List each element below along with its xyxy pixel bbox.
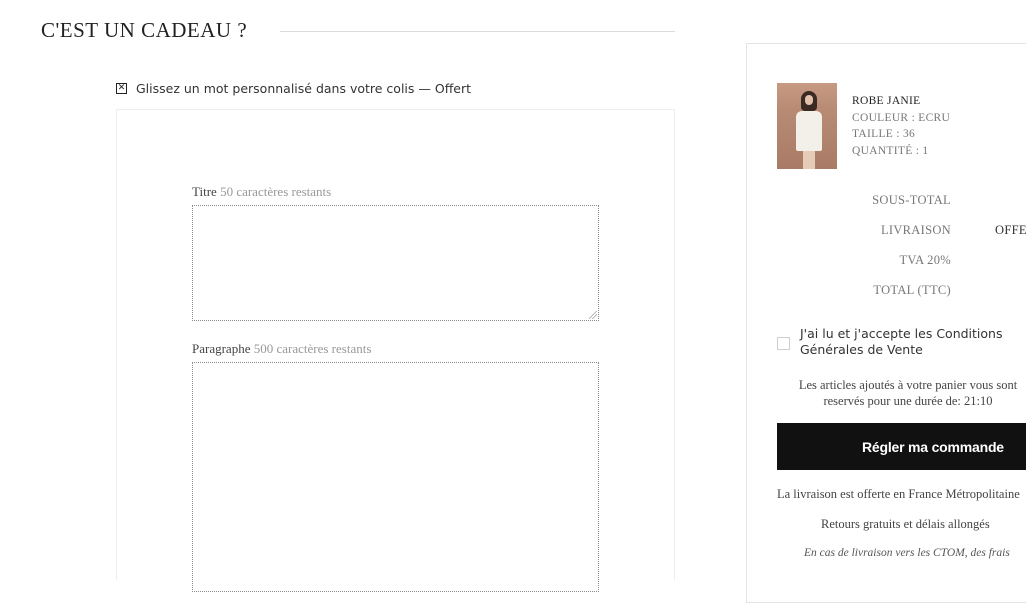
paragraph-textarea[interactable] [192, 362, 599, 592]
returns-note: Retours gratuits et délais allongés [821, 517, 990, 531]
gift-message-checkbox[interactable]: ✕ [116, 83, 127, 94]
gift-message-option[interactable]: ✕ Glissez un mot personnalisé dans votre… [116, 81, 471, 96]
shipping-label: LIVRAISON [880, 223, 951, 237]
shipping-value: OFFERT [995, 223, 1026, 237]
product-color: COULEUR : ECRU [852, 111, 951, 124]
reservation-notice: Les articles ajoutés à votre panier vous… [798, 378, 1018, 408]
resize-grip-icon[interactable] [589, 311, 597, 319]
product-details: ROBE JANIE COULEUR : ECRU TAILLE : 36 QU… [852, 93, 950, 159]
product-size: TAILLE : 36 [852, 128, 916, 140]
title-field-label: Titre 50 caractères restants [192, 184, 331, 200]
subtotal-label: SOUS-TOTAL [872, 193, 951, 207]
total-label: TOTAL (TTC) [873, 283, 951, 297]
ctom-shipping-note: En cas de livraison vers les CTOM, des f… [804, 547, 1010, 559]
free-delivery-note: La livraison est offerte en France Métro… [777, 487, 1020, 501]
product-name[interactable]: ROBE JANIE [852, 93, 950, 110]
title-char-counter: 50 caractères restants [220, 184, 332, 199]
gift-heading: C'EST UN CADEAU ? [41, 18, 248, 42]
paragraph-char-counter: 500 caractères restants [253, 341, 372, 356]
place-order-button[interactable]: Régler ma commande [777, 423, 1026, 470]
title-textarea[interactable] [192, 205, 599, 321]
title-label-text: Titre [192, 184, 217, 199]
paragraph-field-label: Paragraphe 500 caractères restants [192, 341, 371, 357]
product-quantity: QUANTITÉ : 1 [852, 144, 929, 157]
gift-message-label[interactable]: Glissez un mot personnalisé dans votre c… [136, 81, 471, 96]
paragraph-label-text: Paragraphe [192, 341, 251, 356]
vat-label: TVA 20% [899, 253, 951, 267]
cgv-label[interactable]: J'ai lu et j'accepte les Conditions Géné… [800, 326, 1020, 358]
product-thumbnail[interactable] [777, 83, 837, 169]
heading-divider [280, 31, 675, 32]
cgv-checkbox[interactable] [777, 337, 790, 350]
